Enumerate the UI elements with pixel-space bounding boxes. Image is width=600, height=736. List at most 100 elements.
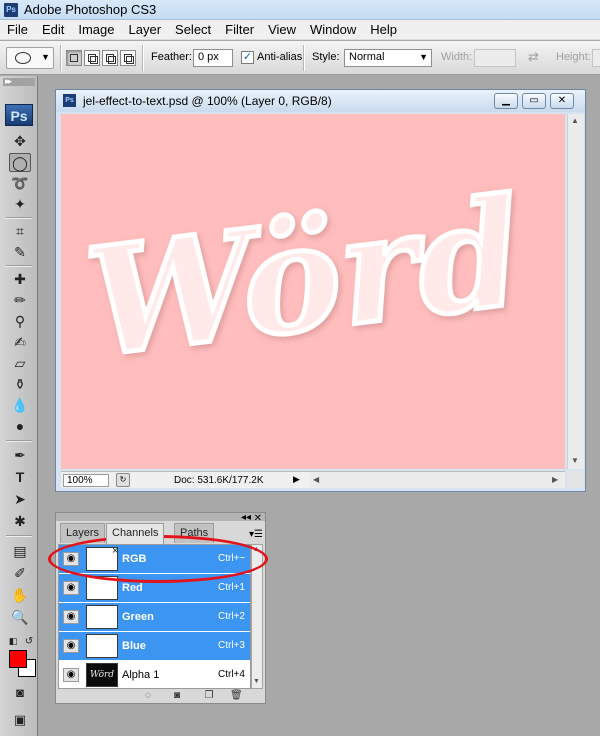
channel-row-blue[interactable]: ◉ Blue Ctrl+3: [59, 632, 250, 661]
feather-input[interactable]: 0 px: [193, 49, 233, 67]
maximize-button[interactable]: ▭: [522, 93, 546, 109]
panel-scrollbar[interactable]: ▲ ▼: [251, 544, 263, 689]
menu-layer[interactable]: Layer: [122, 20, 169, 40]
eye-icon[interactable]: ◉: [63, 581, 79, 595]
custom-shape-tool-icon[interactable]: ✱: [9, 512, 31, 531]
save-selection-as-channel-icon[interactable]: ◙: [171, 690, 183, 702]
crop-tool-icon[interactable]: ⌗: [9, 222, 31, 241]
app-title: Adobe Photoshop CS3: [24, 2, 157, 17]
height-label: Height:: [556, 51, 591, 63]
toolbox-grip[interactable]: ▸▸: [3, 76, 35, 86]
eye-icon[interactable]: ◉: [63, 639, 79, 653]
tab-paths[interactable]: Paths: [174, 523, 215, 543]
horizontal-scrollbar[interactable]: ◀ ▶: [310, 471, 565, 488]
channel-row-red[interactable]: ◉ Red Ctrl+1: [59, 574, 250, 603]
subtract-from-selection-button[interactable]: [102, 50, 118, 66]
anti-alias-checkbox[interactable]: ✓: [241, 51, 254, 64]
canvas[interactable]: Wörd: [61, 114, 565, 469]
elliptical-marquee-tool-icon[interactable]: ◯: [9, 153, 31, 172]
scroll-up-icon[interactable]: ▲: [253, 546, 260, 553]
eye-icon[interactable]: ◉: [63, 610, 79, 624]
style-value: Normal: [349, 51, 385, 63]
zoom-level-field[interactable]: 100%: [63, 474, 109, 487]
panel-menu-icon[interactable]: ▾☰: [249, 529, 263, 540]
style-select[interactable]: Normal ▼: [344, 49, 432, 67]
vertical-scrollbar[interactable]: ▲ ▼: [567, 114, 584, 469]
healing-brush-tool-icon[interactable]: ✚: [9, 270, 31, 289]
height-input[interactable]: [592, 49, 600, 67]
channel-row-green[interactable]: ◉ Green Ctrl+2: [59, 603, 250, 632]
menu-filter[interactable]: Filter: [218, 20, 261, 40]
screen-mode-icon[interactable]: ▣: [9, 710, 31, 729]
scroll-down-icon[interactable]: ▼: [571, 456, 579, 465]
slice-tool-icon[interactable]: ✎: [9, 243, 31, 262]
scroll-up-icon[interactable]: ▲: [571, 116, 579, 125]
menu-image[interactable]: Image: [71, 20, 121, 40]
width-input[interactable]: [474, 49, 516, 67]
history-brush-tool-icon[interactable]: ✍: [9, 333, 31, 352]
document-info-icon[interactable]: ↻: [116, 473, 130, 487]
status-menu-arrow-icon[interactable]: ▶: [293, 474, 300, 485]
eraser-tool-icon[interactable]: ▱: [9, 354, 31, 373]
tab-layers[interactable]: Layers: [60, 523, 106, 543]
move-tool-icon[interactable]: ✥: [9, 132, 31, 151]
menu-view[interactable]: View: [261, 20, 303, 40]
swap-colors-icon[interactable]: ↺: [22, 632, 36, 651]
quick-mask-icon[interactable]: ◙: [9, 683, 31, 702]
menu-help[interactable]: Help: [363, 20, 404, 40]
blur-tool-icon[interactable]: 💧: [9, 396, 31, 415]
clone-stamp-tool-icon[interactable]: ⚲: [9, 312, 31, 331]
paint-bucket-tool-icon[interactable]: ⚱: [9, 375, 31, 394]
divider: [6, 217, 32, 219]
new-selection-button[interactable]: [66, 50, 82, 66]
pen-tool-icon[interactable]: ✒: [9, 446, 31, 465]
path-selection-tool-icon[interactable]: ➤: [9, 490, 31, 509]
options-bar: ▼ Feather: 0 px ✓ Anti-alias Style: Norm…: [0, 41, 600, 75]
hand-tool-icon[interactable]: ✋: [9, 586, 31, 605]
channel-name: Blue: [122, 640, 146, 652]
menu-edit[interactable]: Edit: [35, 20, 71, 40]
delete-channel-icon[interactable]: 🗑: [230, 690, 243, 702]
close-icon[interactable]: ✕: [254, 514, 262, 524]
minimize-button[interactable]: ▁: [494, 93, 518, 109]
foreground-color-swatch[interactable]: [9, 650, 27, 668]
resize-grip[interactable]: [567, 471, 584, 488]
document-title-bar[interactable]: Ps jel-effect-to-text.psd @ 100% (Layer …: [56, 90, 585, 112]
channel-row-rgb[interactable]: ◉ RGB Ctrl+~: [59, 545, 250, 574]
channel-name: Red: [122, 582, 143, 594]
channel-shortcut: Ctrl+~: [218, 553, 246, 564]
default-colors-icon[interactable]: ◧: [6, 632, 20, 651]
notes-tool-icon[interactable]: ▤: [9, 542, 31, 561]
add-to-selection-button[interactable]: [84, 50, 100, 66]
panel-grip[interactable]: ◂◂ ✕: [56, 512, 265, 524]
close-button[interactable]: ✕: [550, 93, 574, 109]
menu-window[interactable]: Window: [303, 20, 363, 40]
channel-name: Green: [122, 611, 154, 623]
eye-icon[interactable]: ◉: [63, 552, 79, 566]
new-channel-icon[interactable]: ❐: [203, 690, 215, 702]
tab-channels[interactable]: Channels ×: [106, 523, 165, 557]
channel-shortcut: Ctrl+1: [218, 582, 245, 593]
scroll-down-icon[interactable]: ▼: [253, 678, 260, 685]
lasso-tool-icon[interactable]: ➰: [9, 174, 31, 193]
scroll-right-icon[interactable]: ▶: [552, 475, 558, 484]
intersect-selection-button[interactable]: [120, 50, 136, 66]
swap-icon[interactable]: ⇄: [528, 49, 539, 65]
type-tool-icon[interactable]: T: [9, 468, 31, 487]
scroll-left-icon[interactable]: ◀: [313, 475, 319, 484]
menu-select[interactable]: Select: [168, 20, 218, 40]
channel-name: Alpha 1: [122, 669, 160, 681]
brush-tool-icon[interactable]: ✏: [9, 291, 31, 310]
dodge-tool-icon[interactable]: ●: [9, 417, 31, 436]
eye-icon[interactable]: ◉: [63, 668, 79, 682]
load-channel-as-selection-icon[interactable]: ◌: [142, 690, 154, 702]
zoom-tool-icon[interactable]: 🔍: [9, 608, 31, 627]
menu-file[interactable]: File: [0, 20, 35, 40]
photoshop-app-icon: Ps: [4, 3, 18, 17]
channel-row-alpha-1[interactable]: ◉ Wörd Alpha 1 Ctrl+4: [59, 661, 250, 688]
magic-wand-tool-icon[interactable]: ✦: [9, 195, 31, 214]
collapse-icon[interactable]: ◂◂: [241, 512, 251, 523]
tool-preset-picker[interactable]: ▼: [6, 47, 54, 69]
chevron-down-icon: ▼: [41, 52, 50, 62]
eyedropper-tool-icon[interactable]: ✐: [9, 564, 31, 583]
